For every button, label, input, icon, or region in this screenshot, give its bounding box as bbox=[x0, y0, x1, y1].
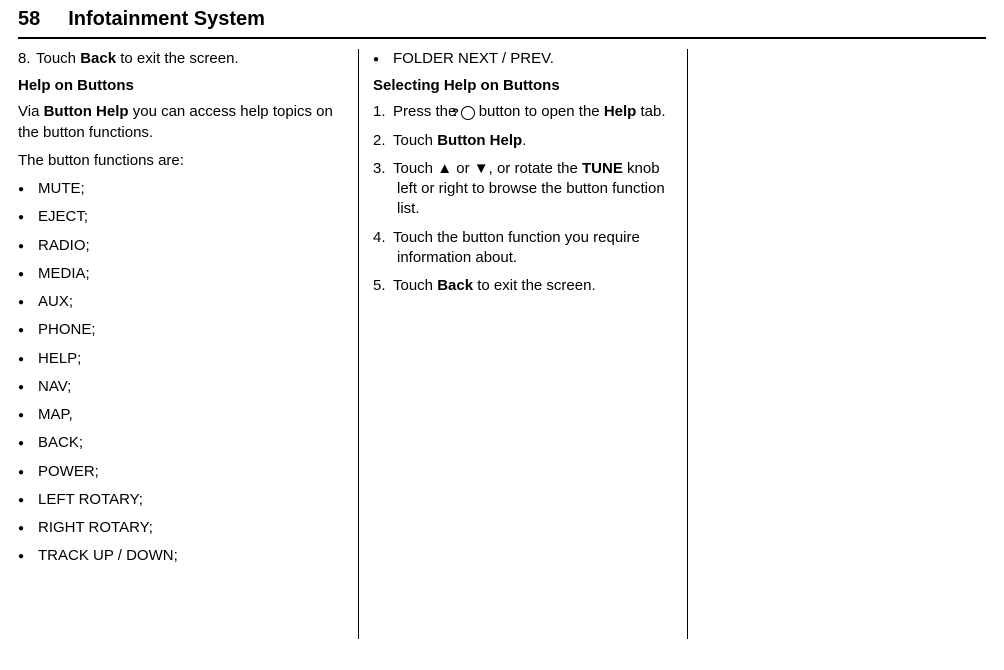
list-item: TRACK UP / DOWN; bbox=[18, 546, 344, 566]
step-5: 5.Touch Back to exit the screen. bbox=[373, 276, 673, 296]
button-help-label: Button Help bbox=[44, 103, 129, 120]
step-text-a: Touch bbox=[393, 132, 437, 149]
column-2: FOLDER NEXT / PREV. Selecting Help on Bu… bbox=[358, 49, 688, 639]
content-columns: 8.Touch Back to exit the screen. Help on… bbox=[18, 49, 986, 639]
intro-paragraph-2: The button functions are: bbox=[18, 151, 344, 171]
column-3 bbox=[688, 49, 986, 639]
step-text-b: or bbox=[452, 160, 474, 177]
column-1: 8.Touch Back to exit the screen. Help on… bbox=[18, 49, 358, 639]
list-item: BACK; bbox=[18, 433, 344, 453]
page-title: Infotainment System bbox=[68, 8, 265, 31]
step-number: 8. bbox=[18, 49, 36, 69]
help-label: Help bbox=[604, 103, 637, 120]
list-item: POWER; bbox=[18, 462, 344, 482]
step-2: 2.Touch Button Help. bbox=[373, 131, 673, 151]
list-item: MAP, bbox=[18, 405, 344, 425]
list-item: EJECT; bbox=[18, 207, 344, 227]
tune-label: TUNE bbox=[582, 160, 623, 177]
list-item: AUX; bbox=[18, 292, 344, 312]
step-4: 4.Touch the button function you require … bbox=[373, 228, 673, 269]
list-item: RADIO; bbox=[18, 236, 344, 256]
list-item: HELP; bbox=[18, 349, 344, 369]
page-header: 58 Infotainment System bbox=[18, 8, 986, 39]
selecting-help-heading: Selecting Help on Buttons bbox=[373, 77, 673, 94]
button-functions-list: MUTE; EJECT; RADIO; MEDIA; AUX; PHONE; H… bbox=[18, 179, 344, 567]
step-number: 5. bbox=[373, 276, 393, 296]
step-1: 1.Press the ? button to open the Help ta… bbox=[373, 102, 673, 122]
step-3: 3.Touch ▲ or ▼, or rotate the TUNE knob … bbox=[373, 159, 673, 220]
help-on-buttons-heading: Help on Buttons bbox=[18, 77, 344, 94]
step-number: 2. bbox=[373, 131, 393, 151]
step-text-a: Touch bbox=[393, 277, 437, 294]
list-item: NAV; bbox=[18, 377, 344, 397]
list-item: MEDIA; bbox=[18, 264, 344, 284]
selecting-help-steps: 1.Press the ? button to open the Help ta… bbox=[373, 102, 673, 296]
step-text-c: tab. bbox=[636, 103, 665, 120]
step-text-b: to exit the screen. bbox=[473, 277, 596, 294]
step-text-b: . bbox=[522, 132, 526, 149]
step-text-b: button to open the bbox=[475, 103, 604, 120]
page-number: 58 bbox=[18, 8, 40, 31]
back-label: Back bbox=[437, 277, 473, 294]
back-label: Back bbox=[80, 50, 116, 67]
step-text-suffix: to exit the screen. bbox=[116, 50, 239, 67]
step-number: 1. bbox=[373, 102, 393, 122]
list-item: MUTE; bbox=[18, 179, 344, 199]
help-icon: ? bbox=[461, 106, 475, 120]
up-arrow-icon: ▲ bbox=[437, 160, 452, 177]
step-number: 3. bbox=[373, 159, 393, 179]
down-arrow-icon: ▼ bbox=[474, 160, 489, 177]
list-item: PHONE; bbox=[18, 320, 344, 340]
intro-paragraph-1: Via Button Help you can access help topi… bbox=[18, 102, 344, 143]
list-item: FOLDER NEXT / PREV. bbox=[373, 49, 673, 69]
button-help-label: Button Help bbox=[437, 132, 522, 149]
para-prefix: Via bbox=[18, 103, 44, 120]
button-functions-continued: FOLDER NEXT / PREV. bbox=[373, 49, 673, 69]
step-text-c: , or rotate the bbox=[489, 160, 582, 177]
list-item: RIGHT ROTARY; bbox=[18, 518, 344, 538]
step-text-a: Press the bbox=[393, 103, 461, 120]
list-item: LEFT ROTARY; bbox=[18, 490, 344, 510]
step-8: 8.Touch Back to exit the screen. bbox=[18, 49, 344, 69]
step-text: Touch the button function you require in… bbox=[393, 229, 640, 266]
step-text-prefix: Touch bbox=[36, 50, 80, 67]
step-number: 4. bbox=[373, 228, 393, 248]
step-text-a: Touch bbox=[393, 160, 437, 177]
